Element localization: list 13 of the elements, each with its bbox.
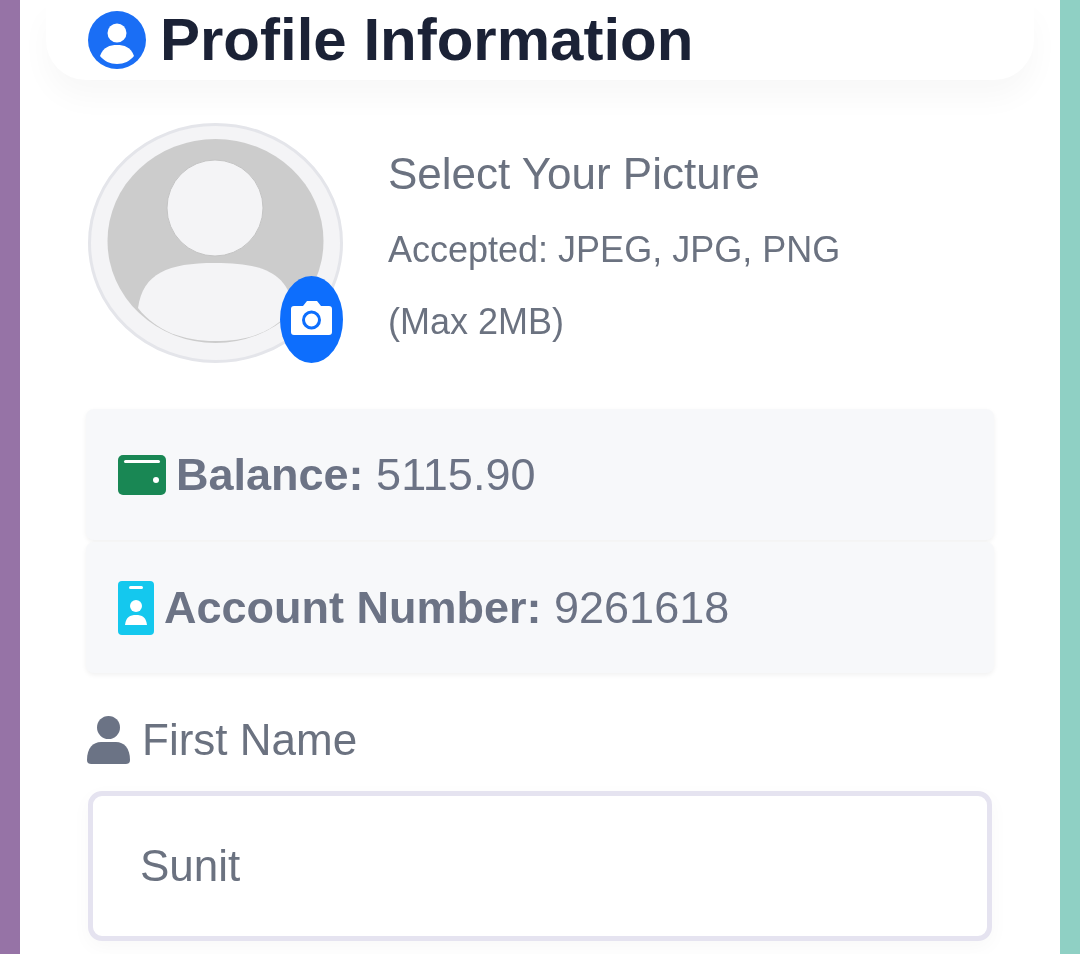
- field-label: First Name: [142, 715, 358, 765]
- info-text: Account Number: 9261618: [164, 581, 730, 634]
- page-title: Profile Information: [160, 10, 694, 70]
- wallet-icon: [118, 454, 166, 495]
- accepted-formats-text: Accepted: JPEG, JPG, PNG: [388, 229, 841, 271]
- person-icon: [87, 716, 130, 764]
- max-size-text: (Max 2MB): [388, 301, 565, 343]
- info-text: Balance: 5115.90: [176, 448, 536, 501]
- picture-title: Select Your Picture: [388, 149, 761, 199]
- text-input-field[interactable]: Sunit: [88, 791, 992, 941]
- user-circle-icon: [88, 11, 146, 69]
- camera-icon[interactable]: [280, 276, 343, 363]
- id-badge-icon: [118, 580, 154, 635]
